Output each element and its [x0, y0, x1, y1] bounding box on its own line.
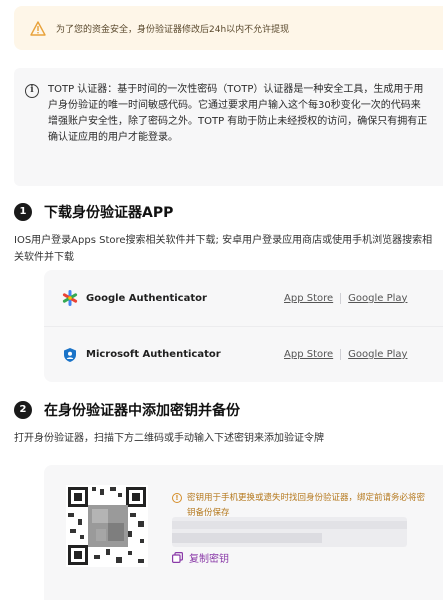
- google-play-link-google[interactable]: Google Play: [348, 293, 407, 304]
- copy-key-label: 复制密钥: [189, 554, 229, 565]
- step-title: 下载身份验证器APP: [44, 205, 174, 221]
- google-play-link-microsoft[interactable]: Google Play: [348, 349, 407, 360]
- app-row-microsoft: Microsoft Authenticator App Store Google…: [44, 326, 443, 382]
- info-circle-icon: i: [25, 84, 39, 98]
- google-authenticator-icon: [62, 290, 78, 306]
- qr-code[interactable]: [66, 485, 148, 567]
- app-store-link-google[interactable]: App Store: [284, 293, 333, 304]
- app-name: Microsoft Authenticator: [86, 349, 221, 360]
- totp-info-text: TOTP 认证器：基于时间的一次性密码（TOTP）认证器是一种安全工具，生成用于…: [48, 84, 428, 143]
- app-name: Google Authenticator: [86, 292, 207, 304]
- app-store-link-microsoft[interactable]: App Store: [284, 349, 333, 360]
- step-add-key: 2 在身份验证器中添加密钥并备份 打开身份验证器，扫描下方二维码或手动输入下述密…: [14, 400, 443, 447]
- warning-triangle-icon: [30, 20, 46, 36]
- step-description: IOS用户登录Apps Store搜索相关软件并下载; 安卓用户登录应用商店或使…: [14, 235, 433, 263]
- app-row-google: Google Authenticator App Store Google Pl…: [44, 270, 443, 326]
- backup-warning-text: 密钥用于手机更换或遗失时找回身份验证器，绑定前请务必将密钥备份保存: [187, 493, 426, 518]
- totp-info-box: i TOTP 认证器：基于时间的一次性密码（TOTP）认证器是一种安全工具，生成…: [14, 68, 443, 186]
- warning-text: 为了您的资金安全，身份验证器修改后24h以内不允许提现: [56, 24, 290, 35]
- warning-banner: 为了您的资金安全，身份验证器修改后24h以内不允许提现: [14, 6, 443, 50]
- link-divider: [340, 292, 342, 304]
- info-circle-icon: !: [172, 493, 182, 503]
- secret-key-field: [172, 517, 407, 547]
- copy-key-button[interactable]: 复制密钥: [172, 550, 229, 565]
- authenticator-app-list: Google Authenticator App Store Google Pl…: [44, 270, 443, 382]
- key-card: ! 密钥用于手机更换或遗失时找回身份验证器，绑定前请务必将密钥备份保存 复制密钥: [44, 465, 443, 600]
- step-download-app: 1 下载身份验证器APP IOS用户登录Apps Store搜索相关软件并下载;…: [14, 202, 443, 266]
- microsoft-authenticator-icon: [64, 347, 76, 362]
- link-divider: [340, 349, 342, 360]
- copy-icon: [172, 552, 183, 563]
- step-number-badge: 1: [14, 203, 32, 221]
- step-number-badge: 2: [14, 401, 32, 419]
- step-description: 打开身份验证器，扫描下方二维码或手动输入下述密钥来添加验证令牌: [14, 433, 324, 444]
- step-title: 在身份验证器中添加密钥并备份: [44, 403, 240, 419]
